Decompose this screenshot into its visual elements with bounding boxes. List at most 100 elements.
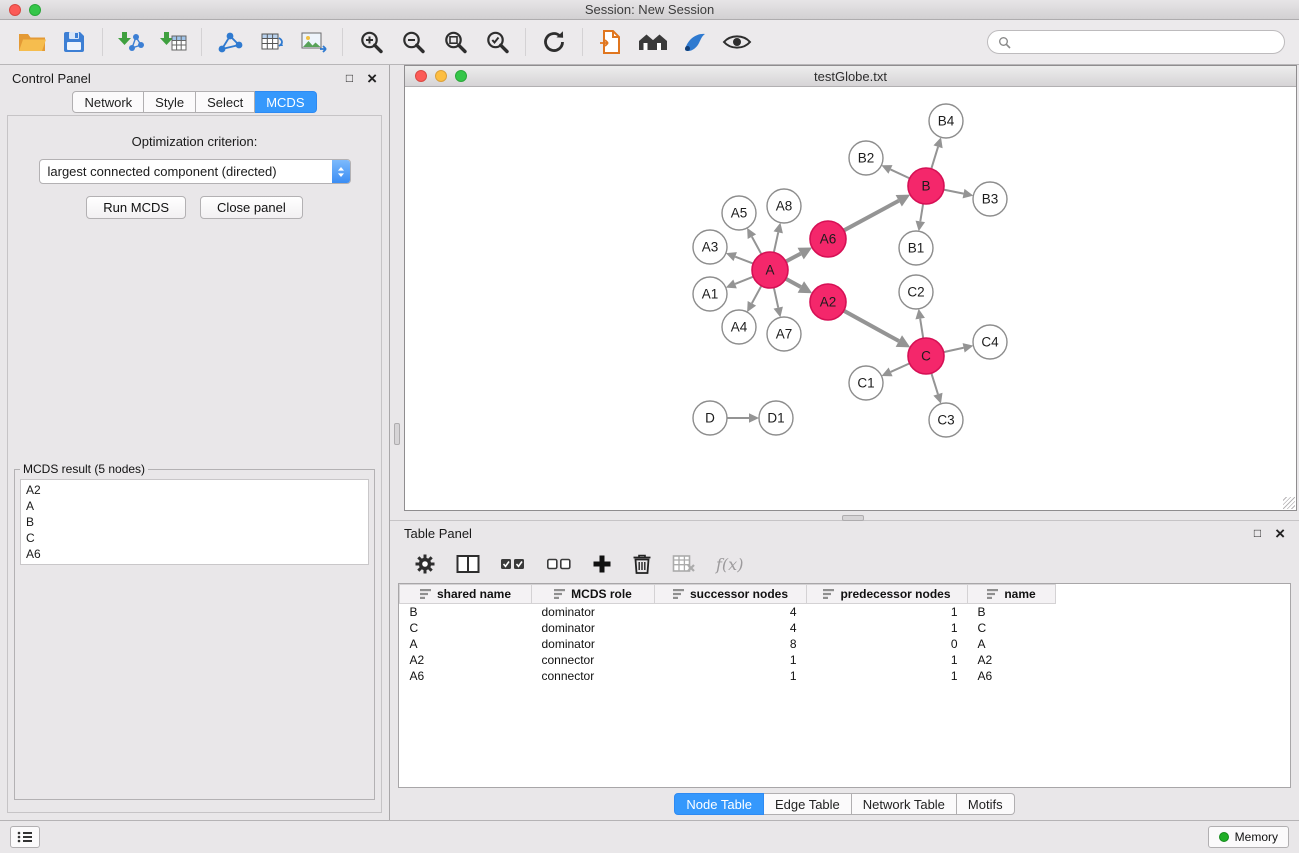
show-columns-button[interactable] (456, 554, 480, 574)
unselect-all-columns-button[interactable] (546, 556, 572, 572)
control-panel-float-button[interactable]: □ (346, 72, 353, 84)
table-settings-button[interactable] (414, 553, 436, 575)
table-cell[interactable]: connector (532, 652, 655, 668)
node-B3[interactable]: B3 (973, 182, 1007, 216)
create-column-button[interactable] (592, 554, 612, 574)
open-session-button[interactable] (14, 24, 50, 60)
edge-C-C3[interactable] (931, 373, 938, 394)
edge-B-B3[interactable] (944, 190, 964, 194)
table-cell[interactable]: 0 (807, 636, 968, 652)
vertical-splitter-handle[interactable] (394, 423, 400, 445)
zoom-selected-button[interactable] (479, 24, 515, 60)
table-cell[interactable]: B (968, 604, 1056, 620)
edge-A-A4[interactable] (752, 286, 762, 303)
edge-B-B1[interactable] (920, 204, 923, 222)
table-cell[interactable]: connector (532, 668, 655, 684)
table-row[interactable]: Bdominator41B (400, 604, 1056, 620)
table-cell[interactable]: dominator (532, 636, 655, 652)
node-B4[interactable]: B4 (929, 104, 963, 138)
table-cell[interactable]: 1 (655, 668, 807, 684)
new-table-button[interactable] (254, 24, 290, 60)
control-tab-select[interactable]: Select (196, 91, 255, 113)
table-cell[interactable]: 4 (655, 620, 807, 636)
zoom-window-button[interactable] (29, 4, 41, 16)
edge-A-A1[interactable] (735, 277, 753, 284)
select-all-columns-button[interactable] (500, 556, 526, 572)
control-tab-network[interactable]: Network (72, 91, 144, 113)
node-A2[interactable]: A2 (810, 284, 846, 320)
node-B[interactable]: B (908, 168, 944, 204)
export-image-button[interactable] (296, 24, 332, 60)
control-panel-close-button[interactable]: × (367, 70, 377, 87)
save-session-button[interactable] (56, 24, 92, 60)
table-cell[interactable]: 4 (655, 604, 807, 620)
mcds-result-item[interactable]: A (26, 498, 363, 514)
delete-table-button[interactable] (672, 554, 696, 574)
node-D1[interactable]: D1 (759, 401, 793, 435)
table-cell[interactable]: 1 (807, 604, 968, 620)
table-row[interactable]: Cdominator41C (400, 620, 1056, 636)
edge-C-C1[interactable] (891, 363, 910, 372)
zoom-out-button[interactable] (395, 24, 431, 60)
optimization-criterion-dropdown[interactable]: largest connected component (directed) (39, 159, 351, 184)
node-D[interactable]: D (693, 401, 727, 435)
edge-A-A3[interactable] (735, 257, 753, 264)
node-A8[interactable]: A8 (767, 189, 801, 223)
node-A4[interactable]: A4 (722, 310, 756, 344)
network-minimize-button[interactable] (435, 70, 447, 82)
zoom-fit-button[interactable] (437, 24, 473, 60)
table-tab-node-table[interactable]: Node Table (674, 793, 764, 815)
column-header-predecessor-nodes[interactable]: predecessor nodes (807, 585, 968, 604)
edge-A-A6[interactable] (786, 254, 801, 262)
node-C2[interactable]: C2 (899, 275, 933, 309)
edge-A-A8[interactable] (774, 232, 778, 252)
run-mcds-button[interactable]: Run MCDS (86, 196, 186, 219)
import-network-from-file-button[interactable] (113, 24, 149, 60)
node-A6[interactable]: A6 (810, 221, 846, 257)
edge-B-B4[interactable] (931, 147, 938, 169)
mcds-result-item[interactable]: B (26, 514, 363, 530)
edge-A2-C[interactable] (844, 311, 899, 341)
node-A7[interactable]: A7 (767, 317, 801, 351)
search-field[interactable] (987, 30, 1285, 54)
horizontal-splitter-handle[interactable] (842, 515, 864, 521)
node-C[interactable]: C (908, 338, 944, 374)
network-close-button[interactable] (415, 70, 427, 82)
mcds-result-item[interactable]: A6 (26, 546, 363, 562)
table-row[interactable]: A6connector11A6 (400, 668, 1056, 684)
delete-column-button[interactable] (632, 553, 652, 575)
table-row[interactable]: A2connector11A2 (400, 652, 1056, 668)
column-header-mcds-role[interactable]: MCDS role (532, 585, 655, 604)
table-cell[interactable]: dominator (532, 620, 655, 636)
node-B1[interactable]: B1 (899, 231, 933, 265)
table-cell[interactable]: C (400, 620, 532, 636)
apply-style-button[interactable] (677, 24, 713, 60)
mcds-result-item[interactable]: A2 (26, 482, 363, 498)
edge-A-A5[interactable] (752, 237, 762, 254)
node-C4[interactable]: C4 (973, 325, 1007, 359)
column-header-name[interactable]: name (968, 585, 1056, 604)
table-cell[interactable]: 1 (807, 620, 968, 636)
table-cell[interactable]: dominator (532, 604, 655, 620)
edge-C-C4[interactable] (944, 348, 964, 352)
edge-C-C2[interactable] (920, 319, 923, 339)
table-cell[interactable]: A6 (968, 668, 1056, 684)
apply-layout-button[interactable] (536, 24, 572, 60)
edge-A-A2[interactable] (786, 279, 801, 287)
table-cell[interactable]: 8 (655, 636, 807, 652)
table-tab-edge-table[interactable]: Edge Table (764, 793, 852, 815)
table-cell[interactable]: 1 (807, 652, 968, 668)
table-cell[interactable]: 1 (655, 652, 807, 668)
column-header-shared-name[interactable]: shared name (400, 585, 532, 604)
copy-view-button[interactable] (593, 24, 629, 60)
edge-A6-B[interactable] (844, 201, 899, 231)
table-row[interactable]: Adominator80A (400, 636, 1056, 652)
node-B2[interactable]: B2 (849, 141, 883, 175)
table-cell[interactable]: A (968, 636, 1056, 652)
new-network-button[interactable] (212, 24, 248, 60)
import-table-from-file-button[interactable] (155, 24, 191, 60)
table-panel-close-button[interactable]: × (1275, 525, 1285, 542)
control-tab-style[interactable]: Style (144, 91, 196, 113)
node-C3[interactable]: C3 (929, 403, 963, 437)
table-tab-motifs[interactable]: Motifs (957, 793, 1015, 815)
